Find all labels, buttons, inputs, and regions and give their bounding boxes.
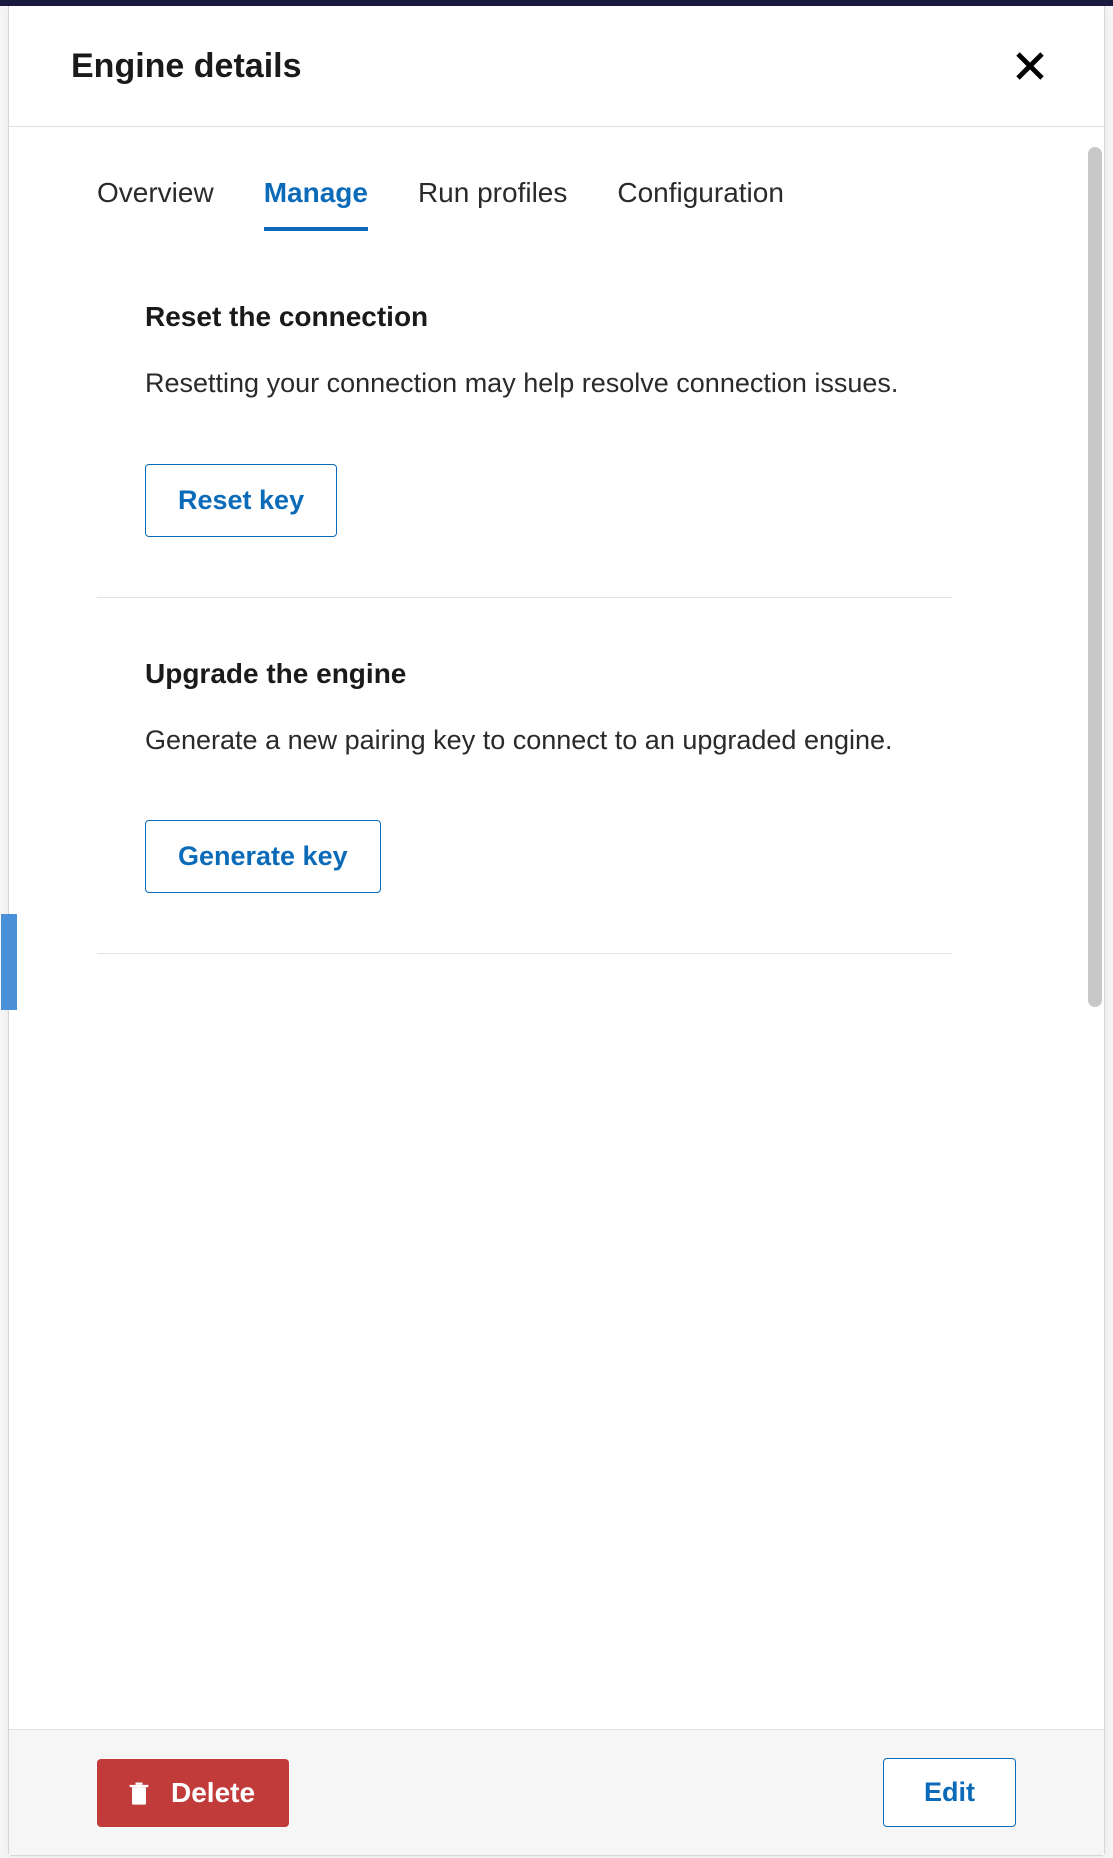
close-button[interactable]	[1006, 42, 1054, 90]
left-accent-indicator	[1, 914, 17, 1010]
tab-overview[interactable]: Overview	[97, 177, 214, 231]
modal-title: Engine details	[71, 47, 302, 86]
engine-details-modal: Engine details Overview Manage Run profi…	[8, 6, 1105, 1856]
trash-icon	[125, 1778, 153, 1808]
modal-footer: Delete Edit	[9, 1729, 1104, 1855]
modal-body: Overview Manage Run profiles Configurati…	[9, 127, 1104, 1729]
tab-configuration[interactable]: Configuration	[617, 177, 784, 231]
close-icon	[1012, 48, 1048, 84]
modal-header: Engine details	[9, 6, 1104, 127]
edit-button[interactable]: Edit	[883, 1758, 1016, 1827]
scrollbar-thumb[interactable]	[1088, 147, 1102, 1007]
delete-button-label: Delete	[171, 1777, 255, 1809]
delete-button[interactable]: Delete	[97, 1759, 289, 1827]
reset-section-description: Resetting your connection may help resol…	[145, 363, 940, 404]
reset-key-button[interactable]: Reset key	[145, 464, 337, 537]
upgrade-section-title: Upgrade the engine	[145, 658, 940, 690]
tab-run-profiles[interactable]: Run profiles	[418, 177, 567, 231]
reset-connection-section: Reset the connection Resetting your conn…	[97, 301, 952, 598]
scrollbar[interactable]	[1086, 127, 1104, 1729]
reset-section-title: Reset the connection	[145, 301, 940, 333]
generate-key-button[interactable]: Generate key	[145, 820, 381, 893]
tab-list: Overview Manage Run profiles Configurati…	[97, 127, 1042, 231]
upgrade-engine-section: Upgrade the engine Generate a new pairin…	[97, 658, 952, 955]
tab-manage[interactable]: Manage	[264, 177, 368, 231]
upgrade-section-description: Generate a new pairing key to connect to…	[145, 720, 940, 761]
